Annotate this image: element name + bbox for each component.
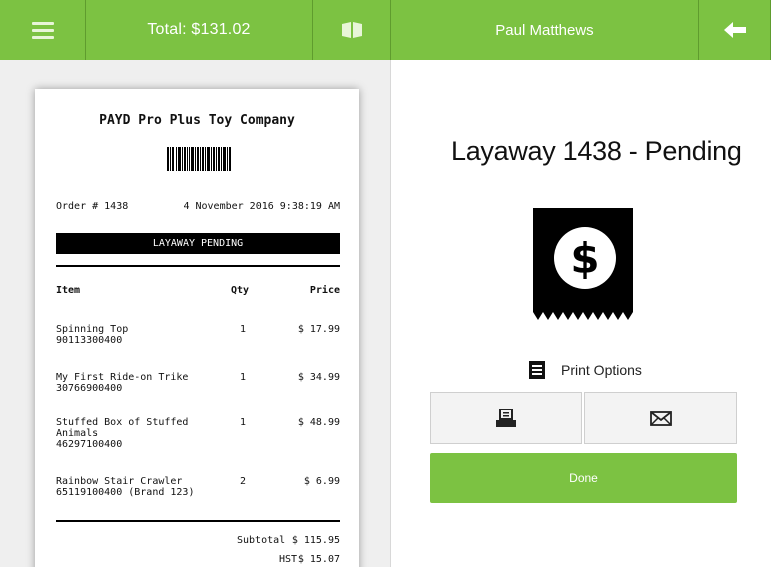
order-total[interactable]: Total: $131.02 [86, 0, 313, 60]
customer-name[interactable]: Paul Matthews [391, 0, 699, 60]
receipt-company-name: PAYD Pro Plus Toy Company [99, 113, 295, 128]
receipt-status-banner: LAYAWAY PENDING [56, 233, 340, 254]
back-button[interactable] [699, 0, 771, 60]
receipt-header-price: Price [309, 285, 340, 296]
receipt-panel: PAYD Pro Plus Toy Company Order # 1438 4… [0, 60, 391, 567]
hamburger-menu-icon [31, 21, 54, 39]
receipt-tax-label: HST [279, 554, 298, 565]
print-receipt-button[interactable] [430, 392, 582, 444]
receipt-header-item: Item [56, 285, 81, 296]
line-item-name: Stuffed Box of Stuffed Animals 462971004… [56, 417, 189, 450]
receipt-date: 4 November 2016 9:38:19 AM [183, 201, 340, 212]
line-item-price: $ 6.99 [303, 476, 340, 487]
receipt-divider [56, 265, 340, 267]
line-item-qty: 1 [240, 372, 247, 383]
line-item-name: My First Ride-on Trike 30766900400 [56, 372, 189, 394]
receipt-tax-value: $ 15.07 [297, 554, 340, 565]
envelope-icon [649, 410, 672, 426]
menu-button[interactable] [0, 0, 86, 60]
line-item-price: $ 34.99 [297, 372, 340, 383]
line-item-qty: 1 [240, 324, 247, 335]
document-icon [529, 361, 545, 379]
line-item-qty: 1 [240, 417, 247, 428]
printer-icon [496, 409, 516, 427]
line-item-name: Rainbow Stair Crawler 65119100400 (Brand… [56, 476, 195, 498]
email-receipt-button[interactable] [584, 392, 737, 444]
cash-drawer-button[interactable] [313, 0, 391, 60]
receipt-subtotal-value: $ 115.95 [291, 535, 340, 546]
line-item-qty: 2 [240, 476, 247, 487]
line-item-price: $ 17.99 [297, 324, 340, 335]
receipt-header-qty: Qty [231, 285, 250, 296]
page-title: Layaway 1438 - Pending [451, 136, 742, 166]
barcode [167, 147, 231, 171]
arrow-left-icon [723, 22, 746, 38]
receipt-order-number: Order # 1438 [56, 201, 129, 212]
line-item-name: Spinning Top 90113300400 [56, 324, 129, 346]
receipt-preview: PAYD Pro Plus Toy Company Order # 1438 4… [35, 89, 359, 567]
cash-drawer-icon [341, 22, 362, 38]
done-button[interactable]: Done [430, 453, 737, 503]
dollar-receipt-icon: $ [533, 208, 633, 320]
svg-text:$: $ [570, 234, 599, 283]
print-options-label: Print Options [561, 362, 642, 378]
top-bar: Total: $131.02 Paul Matthews [0, 0, 771, 60]
receipt-divider [56, 520, 340, 522]
receipt-subtotal-label: Subtotal [237, 535, 286, 546]
line-item-price: $ 48.99 [297, 417, 340, 428]
print-options-heading: Print Options [529, 361, 642, 379]
